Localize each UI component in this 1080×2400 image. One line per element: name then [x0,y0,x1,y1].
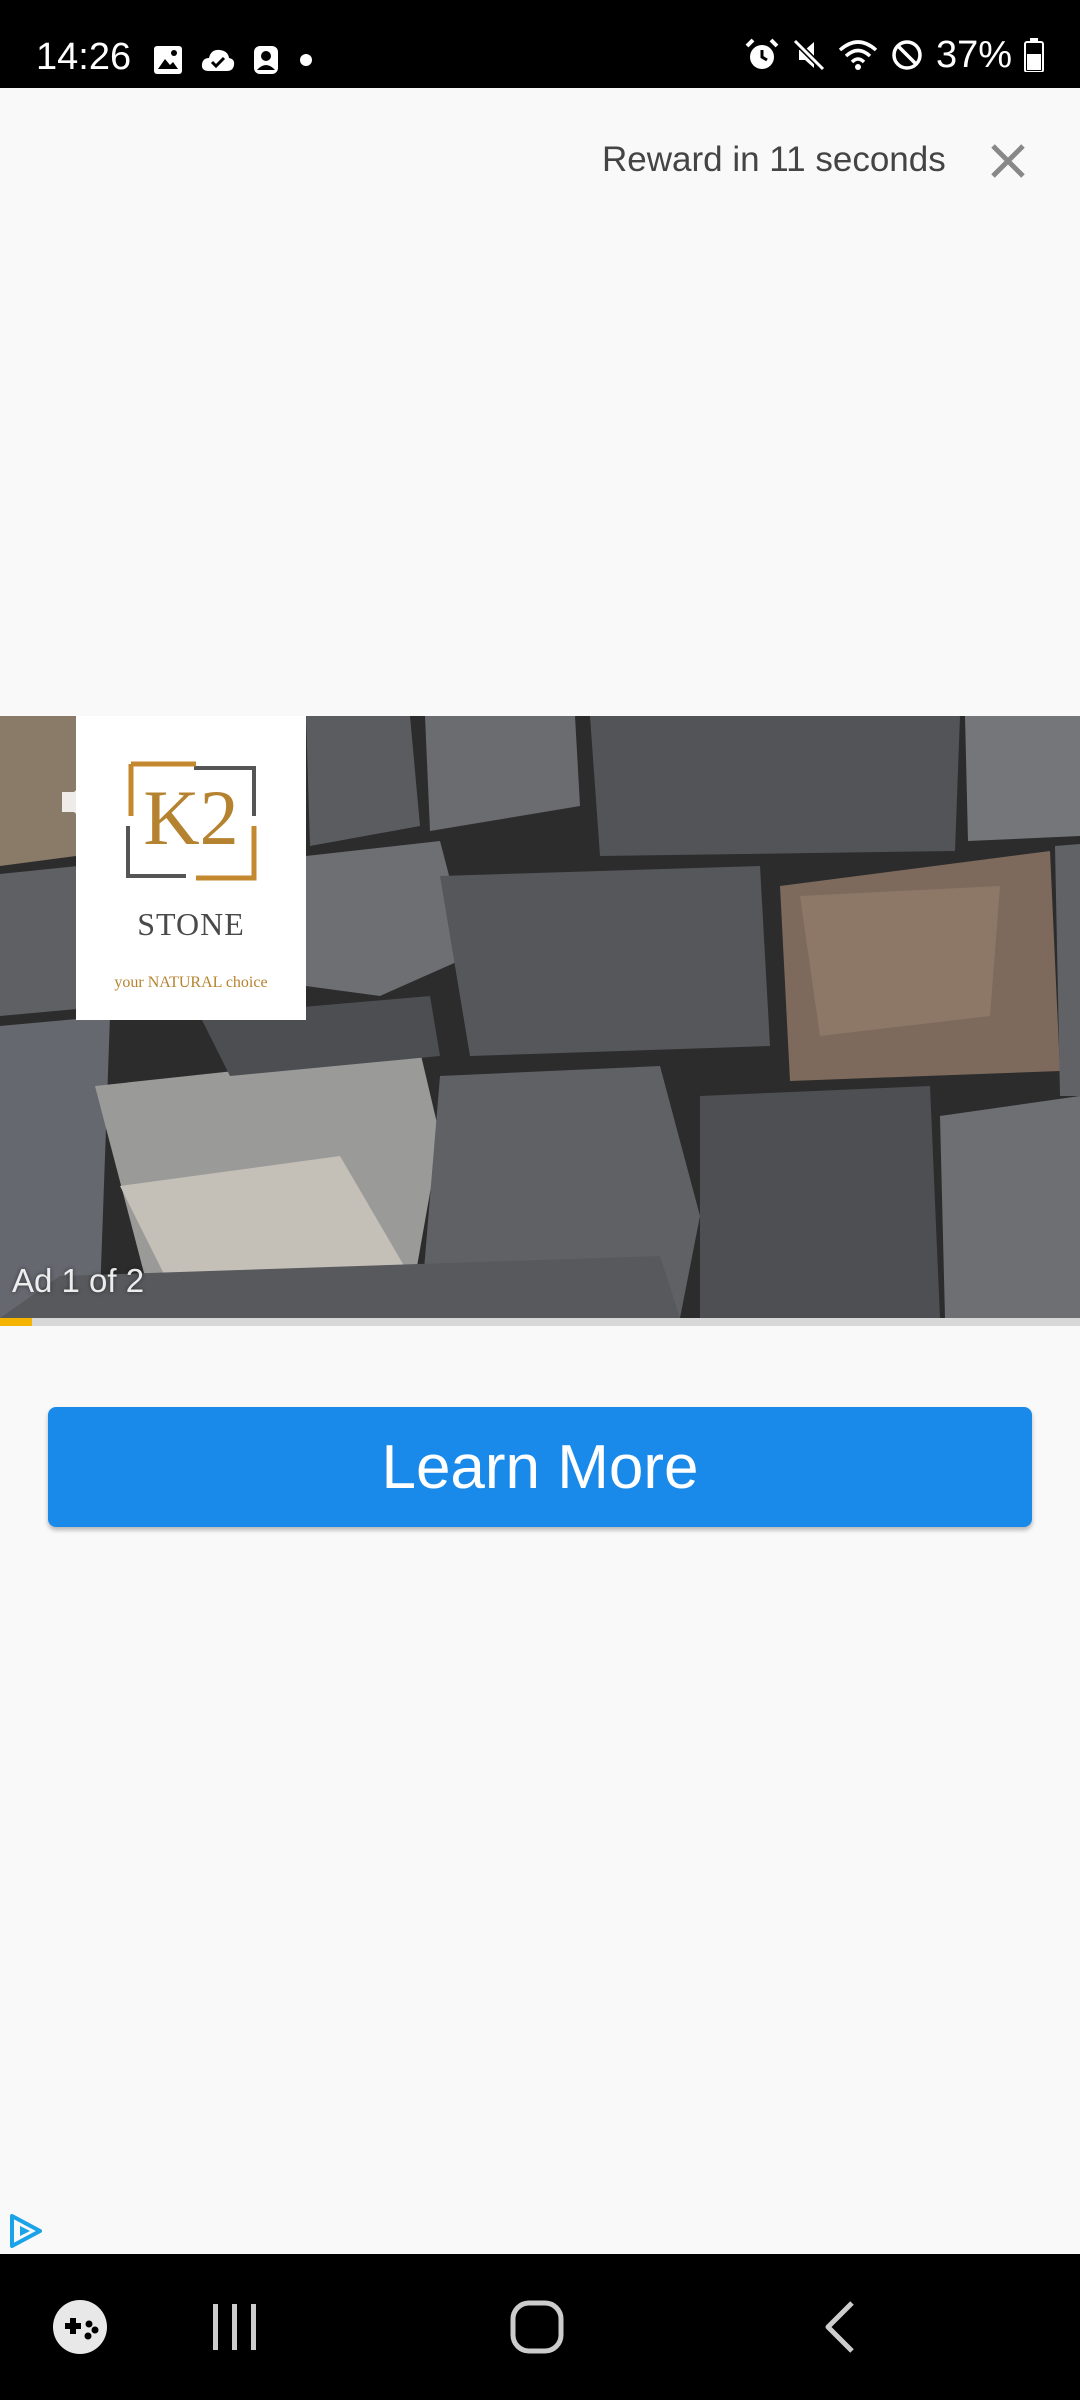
battery-icon [1024,38,1044,72]
video-progress-fill [0,1318,33,1326]
ad-counter: Ad 1 of 2 [12,1262,145,1299]
brand-tagline: your NATURAL choice [114,974,268,991]
adchoices-icon[interactable] [6,2212,44,2250]
status-time: 14:26 [36,36,132,78]
close-button[interactable] [984,137,1032,185]
back-icon [825,2301,854,2353]
alarm-icon [745,38,779,69]
notification-icons [152,44,316,76]
mute-icon [792,38,826,72]
do-not-disturb-icon [892,40,922,70]
brand-mark-text: K2 [143,774,238,861]
close-icon [991,144,1025,178]
navigation-bar [0,2254,1080,2400]
system-icons: 37% [744,36,1044,74]
speaker-icon[interactable] [58,772,120,832]
home-icon [510,2300,564,2354]
account-icon [254,46,278,74]
recent-apps-button[interactable] [175,2254,295,2400]
reward-countdown: Reward in 11 seconds [602,140,946,179]
battery-percent: 37% [935,34,1012,76]
game-launcher-button[interactable] [20,2254,140,2400]
back-button[interactable] [780,2254,900,2400]
cloud-check-icon [201,49,235,71]
game-launcher-icon [53,2300,107,2354]
video-progress-bar [0,1318,1080,1326]
brand-logo: K2 STONE your NATURAL choice [76,716,306,1020]
learn-more-button[interactable]: Learn More [48,1407,1032,1527]
brand-name: STONE [137,906,245,942]
ad-video[interactable]: K2 STONE your NATURAL choice Ad 1 of 2 [0,716,1080,1318]
wifi-icon [838,40,878,70]
dot-icon [300,54,312,66]
image-icon [154,46,182,74]
home-button[interactable] [477,2254,597,2400]
status-bar: 14:26 37% [0,0,1080,88]
recent-apps-icon [213,2304,256,2350]
